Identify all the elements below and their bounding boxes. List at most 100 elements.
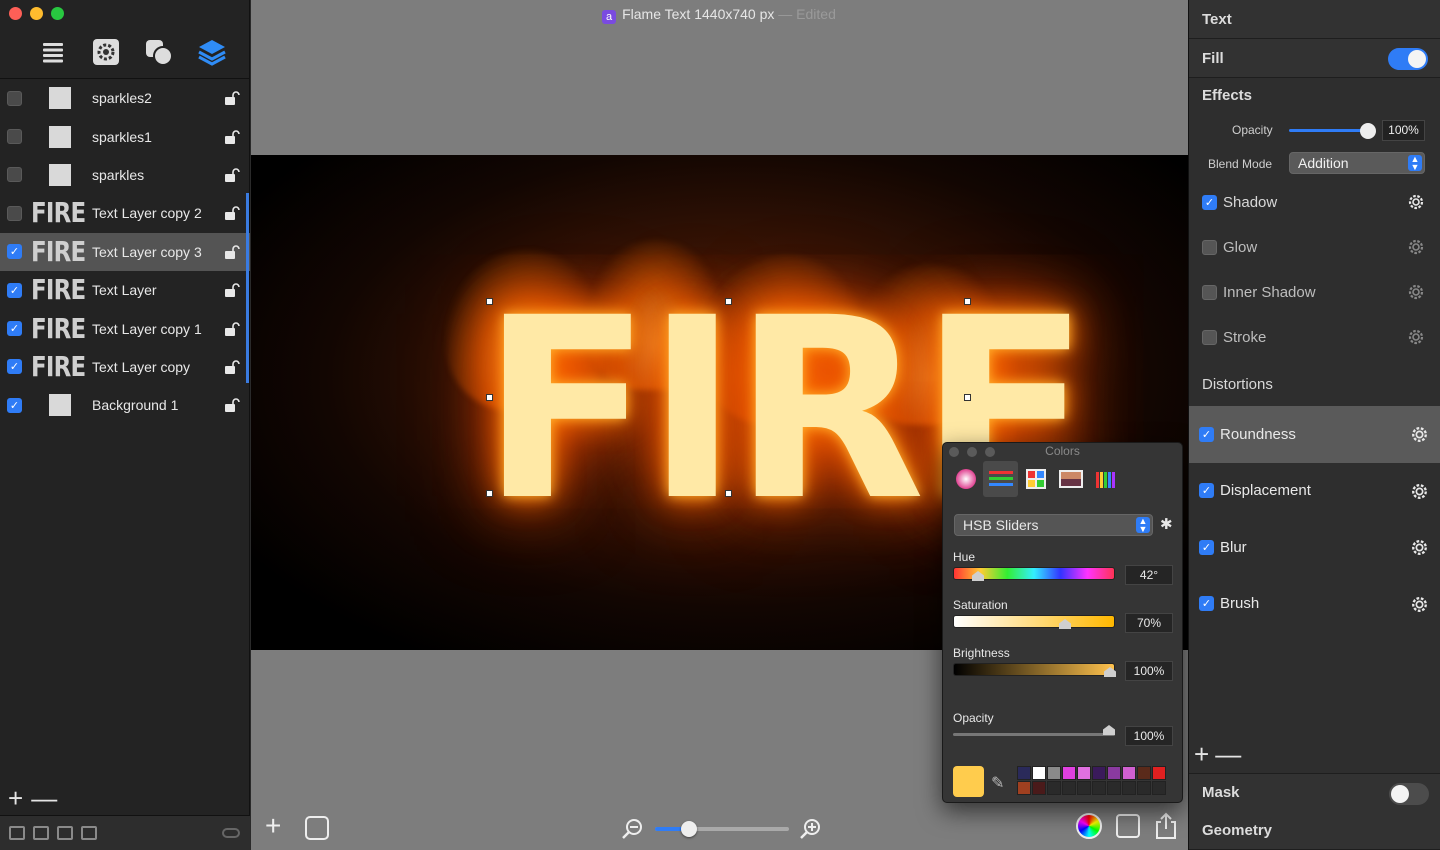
selection-handle[interactable] (725, 298, 732, 305)
selection-handle[interactable] (486, 394, 493, 401)
effect-checkbox[interactable] (1202, 240, 1217, 255)
selection-handle[interactable] (486, 490, 493, 497)
effect-checkbox[interactable] (1202, 330, 1217, 345)
hue-value[interactable]: 42° (1125, 565, 1173, 585)
saturation-slider-knob[interactable] (1059, 619, 1071, 629)
remove-layer-button[interactable]: — (31, 785, 57, 811)
lock-icon[interactable] (224, 206, 240, 221)
layer-row[interactable]: sparkles1 (0, 117, 250, 155)
layer-row[interactable]: ✓ FIRE Text Layer copy (0, 348, 250, 386)
distortion-row[interactable]: ✓ Blur (1189, 519, 1440, 576)
tab-pencils[interactable] (1088, 461, 1123, 497)
distortion-checkbox[interactable]: ✓ (1199, 483, 1214, 499)
boolean-subtract-icon[interactable] (33, 826, 49, 840)
add-distortion-button[interactable]: + (1194, 741, 1209, 767)
lock-icon[interactable] (224, 168, 240, 182)
current-color-swatch[interactable] (953, 766, 984, 797)
gear-icon[interactable] (1409, 594, 1430, 615)
settings-tool-button[interactable] (79, 34, 132, 70)
layer-visibility-checkbox[interactable]: ✓ (7, 359, 22, 375)
lock-icon[interactable] (224, 321, 240, 336)
fill-section-header[interactable]: Fill (1189, 39, 1440, 78)
gear-icon[interactable] (1406, 237, 1426, 257)
lock-icon[interactable] (224, 91, 240, 106)
distortion-row[interactable]: ✓ Roundness (1189, 406, 1440, 463)
palette-swatch[interactable] (1092, 766, 1106, 780)
hue-slider[interactable] (953, 567, 1115, 581)
palette-swatch[interactable] (1032, 781, 1046, 795)
list-tool-button[interactable] (26, 34, 79, 70)
layer-visibility-checkbox[interactable]: ✓ (7, 282, 22, 298)
palette-swatch[interactable] (1107, 781, 1121, 795)
palette-swatch[interactable] (1122, 766, 1136, 780)
opacity-slider[interactable] (953, 725, 1115, 736)
layer-row[interactable]: ✓ FIRE Text Layer (0, 271, 250, 309)
layer-row[interactable]: FIRE Text Layer copy 2 (0, 194, 250, 232)
boolean-exclude-icon[interactable] (81, 826, 97, 840)
fill-toggle[interactable] (1388, 48, 1428, 70)
palette-swatch[interactable] (1152, 781, 1166, 795)
distortion-checkbox[interactable]: ✓ (1199, 426, 1214, 442)
blend-mode-select[interactable]: Addition ▲ ▼ (1289, 152, 1425, 174)
palette-swatch[interactable] (1017, 766, 1031, 780)
tab-color-wheel[interactable] (948, 461, 983, 497)
color-mode-select[interactable]: HSB Sliders ▲ ▼ (954, 514, 1153, 536)
boolean-union-icon[interactable] (9, 826, 25, 840)
zoom-in-icon[interactable] (799, 817, 823, 841)
zoom-slider-knob[interactable] (680, 821, 697, 837)
layer-row[interactable]: ✓ Background 1 (0, 386, 250, 424)
mask-toggle[interactable] (1389, 783, 1429, 805)
effects-opacity-slider[interactable] (1289, 129, 1369, 132)
layer-visibility-checkbox[interactable] (7, 129, 22, 145)
tab-color-palettes[interactable] (1018, 461, 1053, 497)
lock-icon[interactable] (224, 360, 240, 374)
eyedropper-icon[interactable]: ✎ (991, 773, 1004, 793)
layer-row[interactable]: ✓ FIRE Text Layer copy 1 (0, 309, 250, 347)
remove-distortion-button[interactable]: — (1215, 741, 1241, 767)
effect-checkbox[interactable]: ✓ (1202, 195, 1217, 210)
gear-icon[interactable] (1409, 424, 1430, 445)
palette-swatch[interactable] (1062, 781, 1076, 795)
brightness-slider[interactable] (953, 663, 1116, 677)
effect-row[interactable]: Glow (1189, 225, 1440, 270)
minimize-window-button[interactable] (30, 7, 43, 20)
saturation-value[interactable]: 70% (1125, 613, 1173, 633)
layer-visibility-checkbox[interactable] (7, 90, 22, 106)
layer-visibility-checkbox[interactable]: ✓ (7, 244, 22, 260)
lock-icon[interactable] (224, 129, 240, 144)
selection-handle[interactable] (964, 298, 971, 305)
boolean-intersect-icon[interactable] (57, 826, 73, 840)
selection-handle[interactable] (486, 298, 493, 305)
palette-swatch[interactable] (1152, 766, 1166, 780)
add-layer-canvas-button[interactable]: + (265, 812, 281, 840)
palette-swatch[interactable] (1017, 781, 1031, 795)
opacity-value[interactable]: 100% (1125, 726, 1173, 746)
zoom-slider[interactable] (655, 821, 789, 837)
effects-opacity-knob[interactable] (1360, 123, 1376, 139)
effect-row[interactable]: Inner Shadow (1189, 270, 1440, 315)
effect-row[interactable]: ✓ Shadow (1189, 180, 1440, 225)
colors-zoom-button[interactable] (985, 447, 995, 457)
effects-opacity-value[interactable]: 100% (1382, 120, 1425, 141)
effect-checkbox[interactable] (1202, 285, 1217, 300)
layers-tool-button[interactable] (185, 34, 238, 70)
selection-handle[interactable] (964, 394, 971, 401)
brightness-slider-knob[interactable] (1104, 667, 1116, 677)
color-wheel-icon[interactable] (1076, 813, 1102, 839)
geometry-section-header[interactable]: Geometry (1189, 811, 1440, 850)
gear-icon[interactable] (1406, 282, 1426, 302)
distortion-row[interactable]: ✓ Brush (1189, 576, 1440, 633)
distortion-checkbox[interactable]: ✓ (1199, 596, 1214, 612)
saturation-slider[interactable] (953, 615, 1115, 629)
palette-swatch[interactable] (1047, 781, 1061, 795)
lock-icon[interactable] (224, 283, 240, 298)
palette-swatch[interactable] (1077, 766, 1091, 780)
brightness-value[interactable]: 100% (1125, 661, 1173, 681)
text-section-header[interactable]: Text (1189, 0, 1440, 39)
close-window-button[interactable] (9, 7, 22, 20)
palette-swatch[interactable] (1032, 766, 1046, 780)
resize-icon[interactable] (1116, 814, 1140, 838)
colors-close-button[interactable] (949, 447, 959, 457)
zoom-window-button[interactable] (51, 7, 64, 20)
link-icon[interactable] (222, 828, 240, 838)
